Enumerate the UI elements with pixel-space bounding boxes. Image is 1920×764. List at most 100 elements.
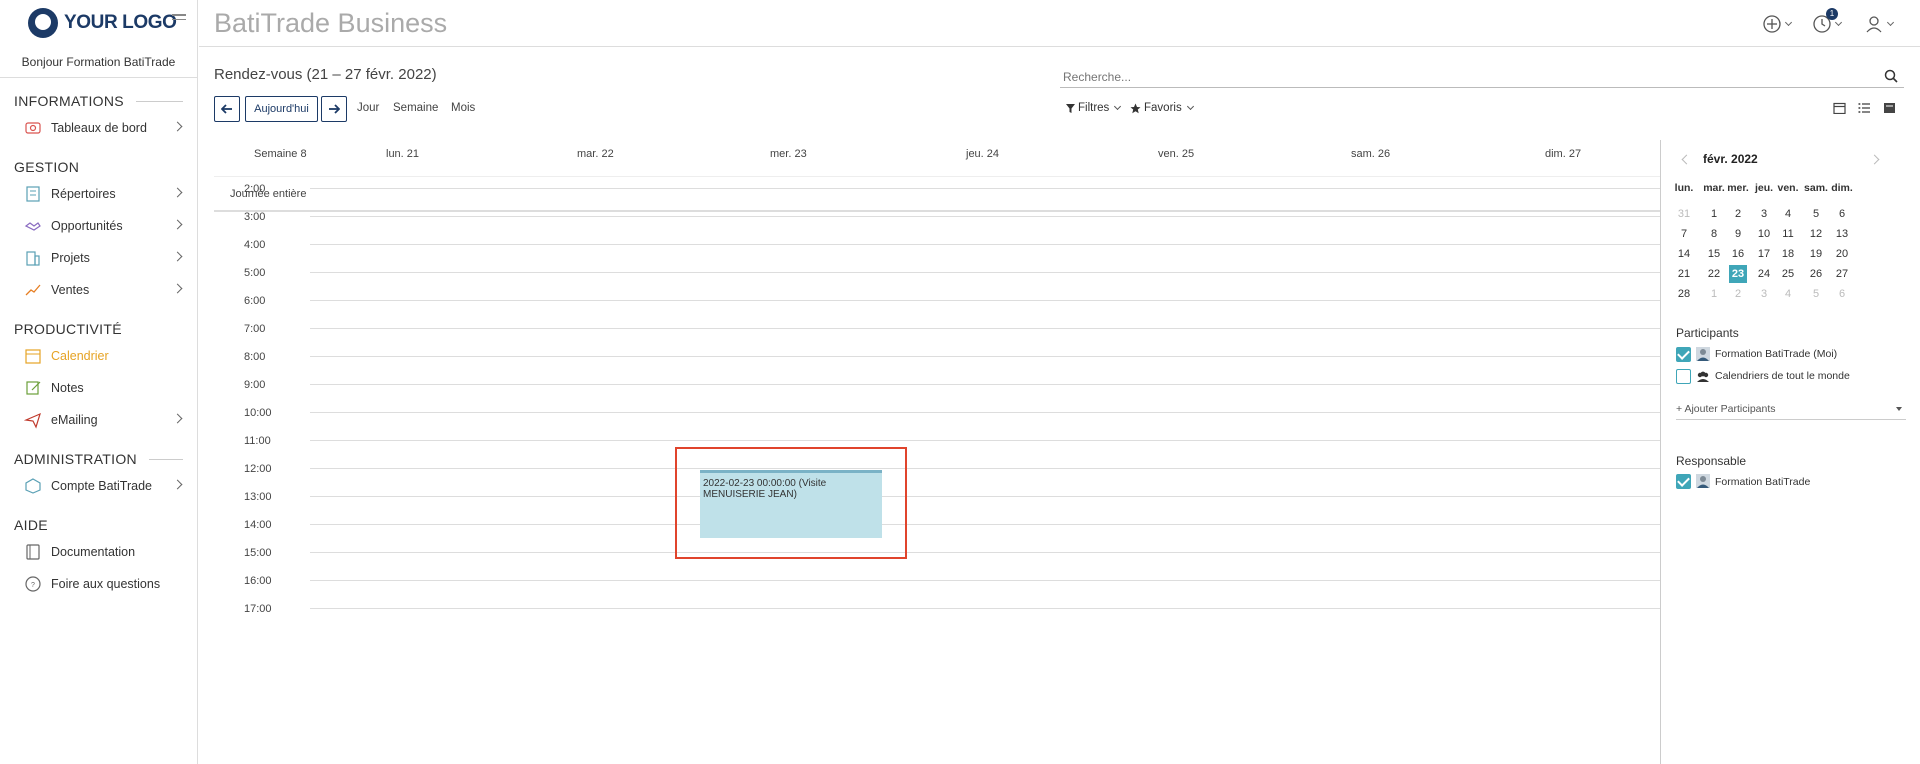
faq-icon: ? — [25, 576, 41, 592]
sidebar-item-tableaux[interactable]: Tableaux de bord — [0, 112, 197, 144]
section-informations: INFORMATIONS — [0, 90, 197, 112]
mini-calendar-day[interactable]: 4 — [1773, 205, 1803, 223]
hour-label: 13:00 — [244, 491, 272, 503]
participant-checkbox-me[interactable] — [1676, 347, 1691, 362]
logo[interactable]: YOUR LOGO — [0, 0, 197, 46]
hour-line — [310, 216, 1660, 217]
mini-calendar-day[interactable]: 25 — [1773, 265, 1803, 283]
search-icon[interactable] — [1884, 69, 1898, 83]
mini-calendar-day[interactable]: 11 — [1773, 225, 1803, 243]
mini-calendar-day[interactable]: 22 — [1699, 265, 1729, 283]
quick-create-button[interactable] — [1762, 12, 1796, 36]
day-header[interactable]: mer. 23 — [770, 148, 807, 160]
weekday-label: dim. — [1831, 182, 1853, 194]
chevron-right-icon[interactable] — [1869, 154, 1880, 165]
calendar-icon — [25, 349, 41, 364]
responsable-heading: Responsable — [1676, 454, 1747, 468]
add-participants-select[interactable]: + Ajouter Participants — [1676, 398, 1906, 420]
logo-icon — [28, 8, 58, 38]
view-day[interactable]: Jour — [357, 102, 379, 114]
dashboard-icon — [25, 122, 41, 134]
mini-calendar-day[interactable]: 20 — [1827, 245, 1857, 263]
building-icon — [26, 251, 40, 266]
plus-circle-icon — [1763, 15, 1781, 33]
hour-label: 2:00 — [244, 183, 266, 195]
day-header[interactable]: sam. 26 — [1351, 148, 1390, 160]
chevron-left-icon[interactable] — [1681, 154, 1692, 165]
sidebar-item-compte[interactable]: Compte BatiTrade — [0, 470, 197, 502]
directory-icon — [26, 186, 40, 202]
search-input[interactable] — [1060, 66, 1904, 88]
mini-calendar-day[interactable]: 7 — [1669, 225, 1699, 243]
view-month[interactable]: Mois — [451, 102, 475, 114]
section-aide: AIDE — [14, 517, 48, 533]
next-button[interactable] — [321, 96, 347, 122]
page-title: Rendez-vous (21 – 27 févr. 2022) — [214, 66, 437, 83]
day-header[interactable]: ven. 25 — [1158, 148, 1194, 160]
mini-calendar-day[interactable]: 6 — [1827, 205, 1857, 223]
hour-line — [310, 412, 1660, 413]
hour-line — [310, 384, 1660, 385]
filters-dropdown[interactable]: Filtres — [1066, 102, 1122, 114]
sidebar-item-projets[interactable]: Projets — [0, 242, 197, 274]
favorites-dropdown[interactable]: Favoris — [1130, 102, 1194, 114]
hour-label: 14:00 — [244, 519, 272, 531]
day-header[interactable]: jeu. 24 — [966, 148, 999, 160]
mini-calendar-day[interactable]: 6 — [1827, 285, 1857, 303]
hour-label: 10:00 — [244, 407, 272, 419]
hour-label: 8:00 — [244, 351, 266, 363]
sidebar: YOUR LOGO Bonjour Formation BatiTrade IN… — [0, 0, 198, 764]
mini-calendar-day[interactable]: 18 — [1773, 245, 1803, 263]
right-panel: févr. 2022 lun. mar. mer. jeu. ven. sam. dim. 3… — [1660, 140, 1920, 764]
mini-calendar-day[interactable]: 21 — [1669, 265, 1699, 283]
avatar-icon — [1696, 347, 1710, 361]
hour-label: 9:00 — [244, 379, 266, 391]
mini-calendar-day[interactable]: 14 — [1669, 245, 1699, 263]
user-icon — [1866, 16, 1882, 33]
sidebar-item-emailing[interactable]: eMailing — [0, 404, 197, 436]
sidebar-item-calendrier[interactable]: Calendrier — [0, 340, 197, 372]
mini-calendar-day[interactable]: 23 — [1729, 265, 1747, 283]
responsable-checkbox[interactable] — [1676, 474, 1691, 489]
mini-calendar-day[interactable]: 28 — [1669, 285, 1699, 303]
section-productivite: PRODUCTIVITÉ — [14, 321, 122, 337]
day-header[interactable]: mar. 22 — [577, 148, 614, 160]
view-week[interactable]: Semaine — [393, 102, 438, 114]
participant-checkbox-everyone[interactable] — [1676, 369, 1691, 384]
sidebar-item-faq[interactable]: ? Foire aux questions — [0, 568, 197, 600]
day-header[interactable]: lun. 21 — [386, 148, 419, 160]
section-gestion: GESTION — [14, 159, 80, 175]
activity-button[interactable]: 1 — [1812, 8, 1846, 36]
sidebar-item-documentation[interactable]: Documentation — [0, 536, 197, 568]
sidebar-item-opportunites[interactable]: Opportunités — [0, 210, 197, 242]
mini-calendar-day[interactable]: 31 — [1669, 205, 1699, 223]
mini-calendar-day[interactable]: 13 — [1827, 225, 1857, 243]
chevron-right-icon — [172, 479, 183, 490]
logo-text: YOUR LOGO — [64, 12, 177, 33]
star-icon — [1130, 103, 1141, 113]
hour-line — [310, 356, 1660, 357]
hour-line — [310, 272, 1660, 273]
list-view-icon[interactable] — [1858, 102, 1871, 114]
section-administration: ADMINISTRATION — [0, 448, 197, 470]
sidebar-item-ventes[interactable]: Ventes — [0, 274, 197, 306]
form-view-icon[interactable] — [1883, 102, 1896, 114]
hour-line — [310, 524, 1660, 525]
user-menu-button[interactable] — [1864, 12, 1898, 36]
hour-line — [310, 440, 1660, 441]
mini-calendar-day[interactable]: 4 — [1773, 285, 1803, 303]
sidebar-item-repertoires[interactable]: Répertoires — [0, 178, 197, 210]
chevron-right-icon — [172, 413, 183, 424]
mini-calendar-day[interactable]: 27 — [1827, 265, 1857, 283]
calendar-view-icon[interactable] — [1833, 102, 1846, 114]
avatar-icon — [1696, 474, 1710, 488]
day-header[interactable]: dim. 27 — [1545, 148, 1581, 160]
chevron-right-icon — [172, 283, 183, 294]
menu-toggle-icon[interactable] — [172, 14, 186, 24]
participant-me-label: Formation BatiTrade (Moi) — [1715, 348, 1838, 360]
today-button[interactable]: Aujourd'hui — [245, 96, 318, 122]
previous-button[interactable] — [214, 96, 240, 122]
hour-line — [310, 300, 1660, 301]
sidebar-item-notes[interactable]: Notes — [0, 372, 197, 404]
participant-everyone-label: Calendriers de tout le monde — [1715, 370, 1850, 382]
